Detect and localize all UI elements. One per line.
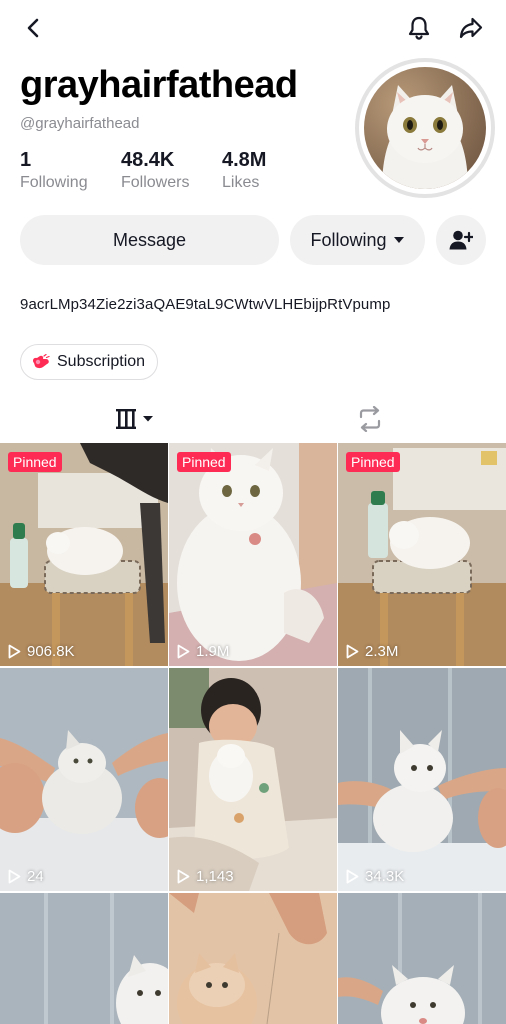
grid-icon [116,409,153,429]
pinned-badge: Pinned [177,452,231,472]
back-button[interactable] [16,10,52,46]
video-6-image [338,668,506,891]
top-bar [0,0,506,56]
back-arrow-icon [27,18,39,38]
play-icon [8,644,21,659]
caret-down-icon [393,237,404,243]
video-thumbnail[interactable]: Pinned 906.8K [0,443,168,666]
video-thumbnail[interactable] [338,893,506,1024]
view-count-label: 1,143 [196,868,234,885]
view-count-label: 34.3K [365,868,405,885]
view-count-label: 1.9M [196,643,230,660]
video-3-image [338,443,506,666]
view-count: 2.3M [346,643,398,660]
video-thumbnail[interactable]: 1,143 [169,668,337,891]
tab-reposts[interactable] [350,402,390,436]
video-9-image [338,893,506,1024]
video-thumbnail[interactable]: 34.3K [338,668,506,891]
play-icon [346,869,359,884]
video-thumbnail[interactable] [169,893,337,1024]
video-4-image [0,668,168,891]
view-count-label: 906.8K [27,643,75,660]
stat-value: 1 [20,149,32,171]
repost-icon [359,406,381,432]
play-icon [346,644,359,659]
profile-username: grayhairfathead [20,64,298,106]
following-button[interactable]: Following [290,215,425,265]
video-thumbnail[interactable]: 24 [0,668,168,891]
pinned-badge: Pinned [346,452,400,472]
view-count-label: 2.3M [365,643,399,660]
stat-value: 48.4K [121,149,175,171]
stat-following[interactable]: 1 Following [20,148,88,193]
stat-label: Following [20,174,88,191]
stat-likes[interactable]: 4.8M Likes [222,148,266,193]
avatar-cat-image [364,67,486,189]
share-button[interactable] [453,10,489,46]
video-5-image [169,668,337,891]
bell-icon [408,16,430,40]
video-thumbnail[interactable] [0,893,168,1024]
view-count: 34.3K [346,868,404,885]
subscription-button[interactable]: Subscription [20,344,159,380]
pinned-badge: Pinned [8,452,62,472]
video-8-image [169,893,337,1024]
video-thumbnail[interactable]: Pinned 2.3M [338,443,506,666]
profile-handle: @grayhairfathead [20,115,140,132]
stat-label: Followers [121,174,190,191]
video-7-image [0,893,168,1024]
subscription-icon [33,354,50,369]
view-count: 24 [8,868,44,885]
view-count-label: 24 [27,868,44,885]
message-button[interactable]: Message [20,215,279,265]
add-friend-icon [449,230,473,250]
avatar [364,67,486,189]
play-icon [177,869,190,884]
stat-followers[interactable]: 48.4K Followers [121,148,189,193]
following-label: Following [310,229,387,250]
tab-videos[interactable] [108,402,164,436]
view-count: 1,143 [177,868,234,885]
subscription-label: Subscription [57,353,146,370]
stat-value: 4.8M [222,149,267,171]
view-count: 1.9M [177,643,229,660]
video-thumbnail[interactable]: Pinned 1.9M [169,443,337,666]
avatar-ring[interactable] [355,58,495,198]
video-1-image [0,443,168,666]
view-count: 906.8K [8,643,75,660]
profile-bio: 9acrLMp34Zie2zi3aQAE9taL9CWtwVLHEbijpRtV… [20,296,391,313]
share-icon [459,17,483,39]
video-2-image [169,443,337,666]
add-friend-button[interactable] [436,215,486,265]
stat-label: Likes [222,174,260,191]
play-icon [177,644,190,659]
play-icon [8,869,21,884]
message-label: Message [112,229,187,250]
notifications-button[interactable] [401,10,437,46]
